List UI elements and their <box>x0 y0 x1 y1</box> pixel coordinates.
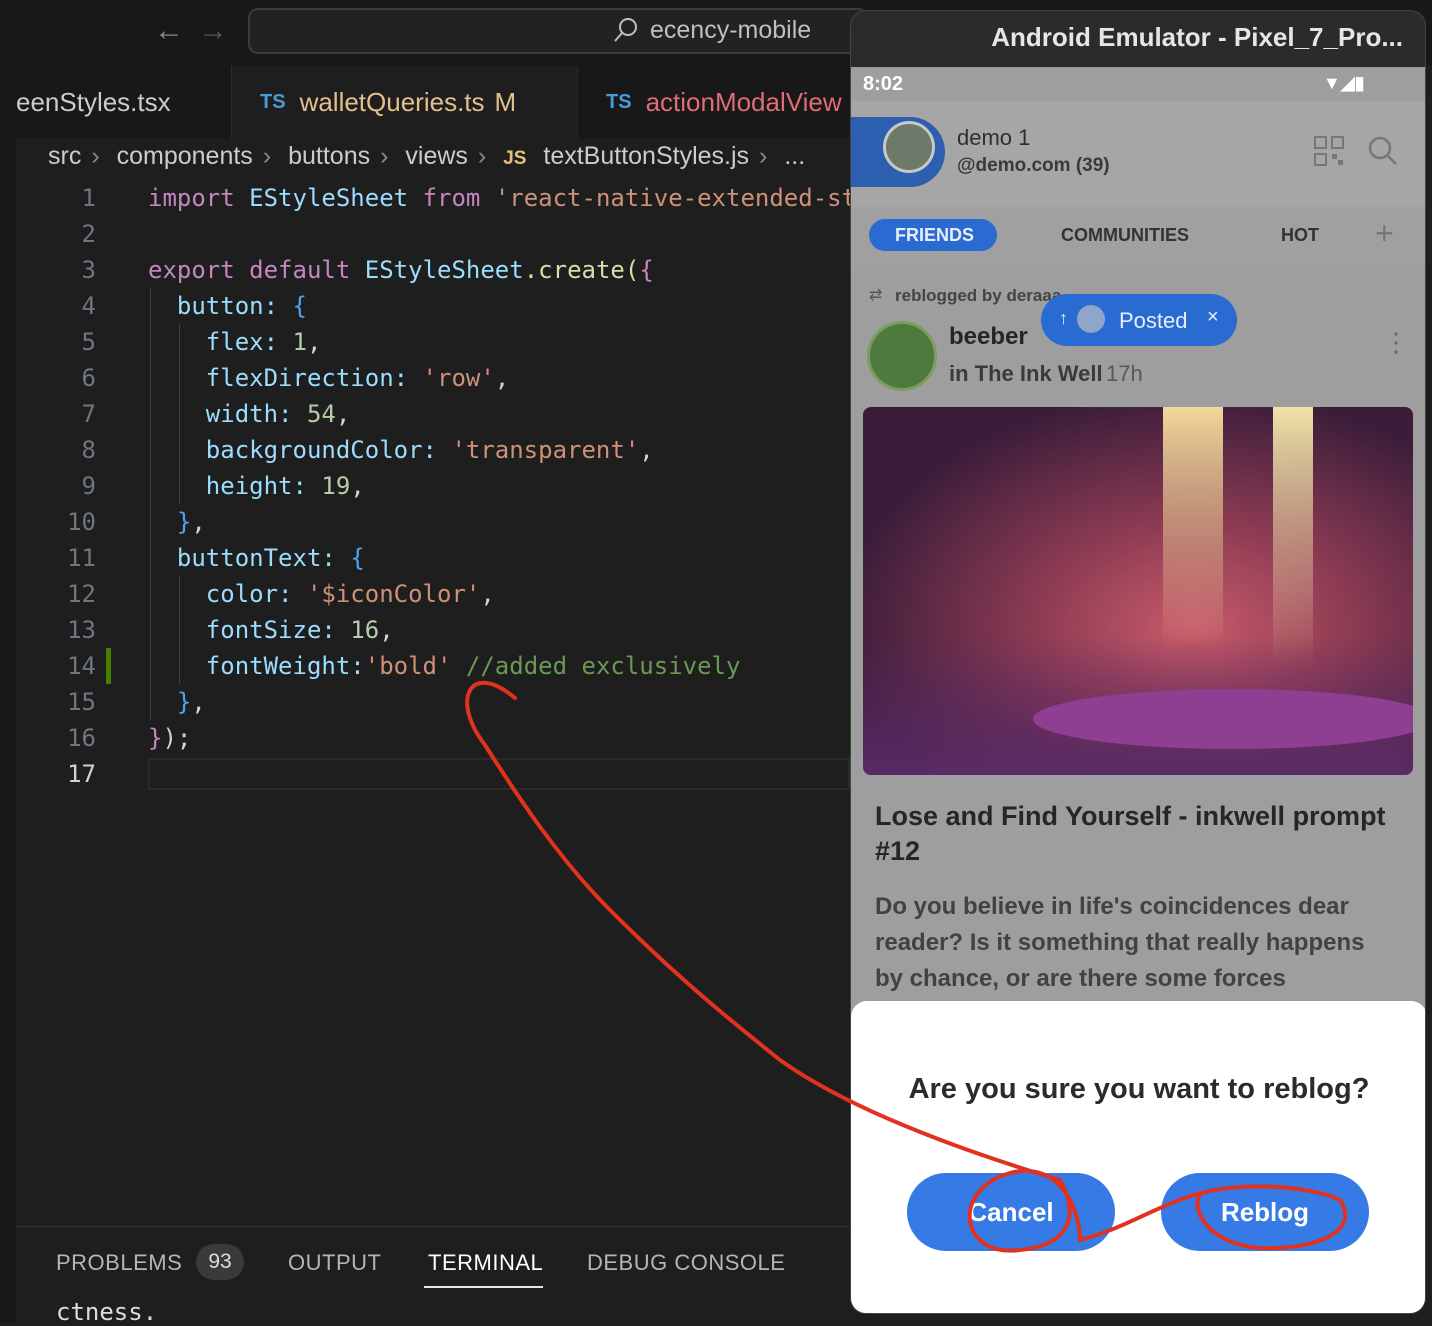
arrow-annotation <box>465 680 1348 1253</box>
annotation-overlay <box>465 680 1348 1253</box>
